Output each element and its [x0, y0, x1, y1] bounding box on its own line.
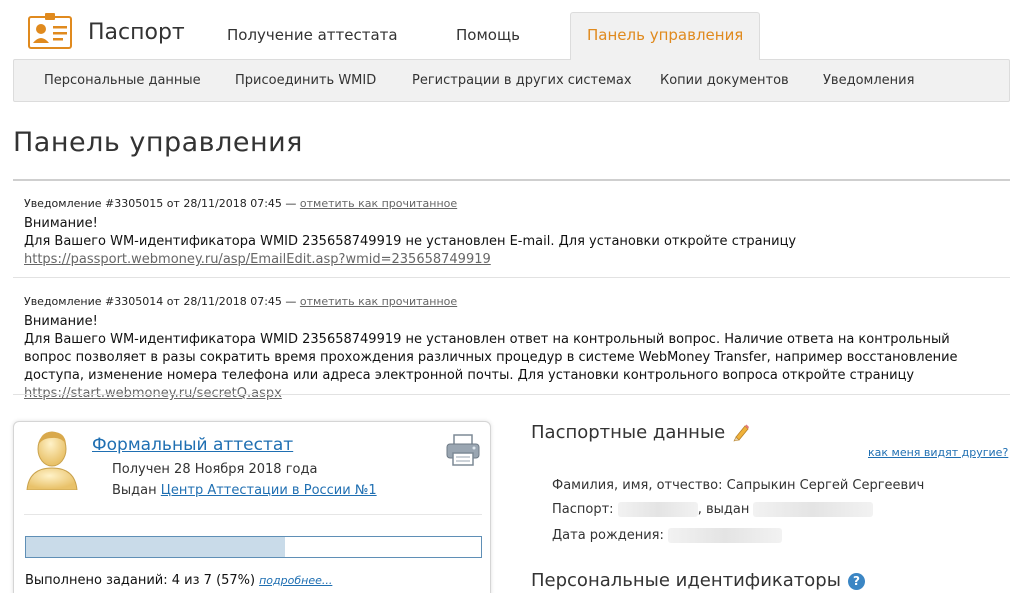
- notification-header: Уведомление #3305015 от 28/11/2018 07:45…: [24, 196, 999, 212]
- birth-date-label: Дата рождения:: [552, 528, 664, 543]
- passport-number-redacted: [617, 502, 698, 517]
- issuer-link[interactable]: Центр Аттестации в России №1: [161, 483, 377, 498]
- passport-issuer-redacted: [753, 502, 874, 517]
- progress-fill: [26, 537, 286, 557]
- birth-date-row: Дата рождения:: [552, 528, 782, 543]
- tab-help[interactable]: Помощь: [456, 26, 520, 44]
- notification-attention: Внимание!: [24, 216, 98, 231]
- issued-label: , выдан: [697, 502, 750, 517]
- divider: [13, 277, 1010, 278]
- how-others-see-link[interactable]: как меня видят другие?: [868, 446, 1008, 459]
- subnav-item-personal-data[interactable]: Персональные данные: [44, 73, 201, 88]
- id-card-icon: [28, 13, 72, 49]
- notification-item: Уведомление #3305014 от 28/11/2018 07:45…: [24, 294, 999, 403]
- passport-label: Паспорт:: [552, 502, 614, 517]
- full-name-label: Фамилия, имя, отчество:: [552, 478, 723, 493]
- app-title[interactable]: Паспорт: [88, 20, 185, 45]
- notification-body: Внимание! Для Вашего WM-идентификатора W…: [24, 215, 999, 269]
- tasks-summary: Выполнено заданий: 4 из 7 (57%) подробнее…: [25, 573, 332, 588]
- notification-link[interactable]: https://passport.webmoney.ru/asp/EmailEd…: [24, 252, 491, 267]
- divider: [24, 514, 482, 515]
- tasks-progress-bar: [25, 536, 482, 558]
- notification-item: Уведомление #3305015 от 28/11/2018 07:45…: [24, 196, 999, 269]
- notification-header: Уведомление #3305014 от 28/11/2018 07:45…: [24, 294, 999, 310]
- more-details-link[interactable]: подробнее...: [259, 574, 332, 587]
- passport-data-title: Паспортные данные: [531, 422, 726, 443]
- page-title: Панель управления: [13, 127, 303, 158]
- divider: [13, 179, 1010, 181]
- full-name-row: Фамилия, имя, отчество: Сапрыкин Сергей …: [552, 478, 924, 493]
- notification-attention: Внимание!: [24, 314, 98, 329]
- full-name-value: Сапрыкин Сергей Сергеевич: [726, 478, 925, 493]
- notification-meta: Уведомление #3305015 от 28/11/2018 07:45…: [24, 197, 297, 210]
- tab-control-panel[interactable]: Панель управления: [570, 12, 761, 60]
- divider: [13, 394, 1010, 395]
- personal-identifiers-title: Персональные идентификаторы: [531, 570, 841, 591]
- notification-body: Внимание! Для Вашего WM-идентификатора W…: [24, 313, 999, 403]
- attestat-card: Формальный аттестат Получен 28 Ноября 20…: [13, 421, 491, 593]
- subnav-bar: Персональные данные Присоединить WMID Ре…: [13, 59, 1010, 102]
- issued-prefix: Выдан: [112, 483, 157, 498]
- user-avatar-icon: [26, 431, 78, 490]
- notification-text: Для Вашего WM-идентификатора WMID 235658…: [24, 332, 958, 383]
- printer-icon[interactable]: [446, 434, 480, 466]
- pencil-icon[interactable]: [733, 424, 749, 442]
- subnav-item-notifications[interactable]: Уведомления: [823, 73, 914, 88]
- subnav-item-document-copies[interactable]: Копии документов: [660, 73, 789, 88]
- attestat-issued: Выдан Центр Аттестации в России №1: [112, 483, 377, 498]
- tasks-text: Выполнено заданий: 4 из 7 (57%): [25, 573, 256, 588]
- mark-read-link[interactable]: отметить как прочитанное: [300, 295, 457, 308]
- subnav-item-other-registrations[interactable]: Регистрации в других системах: [412, 73, 632, 88]
- passport-row: Паспорт: , выдан: [552, 502, 874, 517]
- help-icon[interactable]: ?: [848, 573, 865, 590]
- notification-meta: Уведомление #3305014 от 28/11/2018 07:45…: [24, 295, 297, 308]
- attestat-received: Получен 28 Ноября 2018 года: [112, 462, 318, 477]
- attestat-title-link[interactable]: Формальный аттестат: [92, 435, 293, 455]
- mark-read-link[interactable]: отметить как прочитанное: [300, 197, 457, 210]
- subnav-item-attach-wmid[interactable]: Присоединить WMID: [235, 73, 376, 88]
- tab-get-attestat[interactable]: Получение аттестата: [227, 26, 398, 44]
- notification-text: Для Вашего WM-идентификатора WMID 235658…: [24, 234, 797, 249]
- birth-date-redacted: [668, 528, 782, 543]
